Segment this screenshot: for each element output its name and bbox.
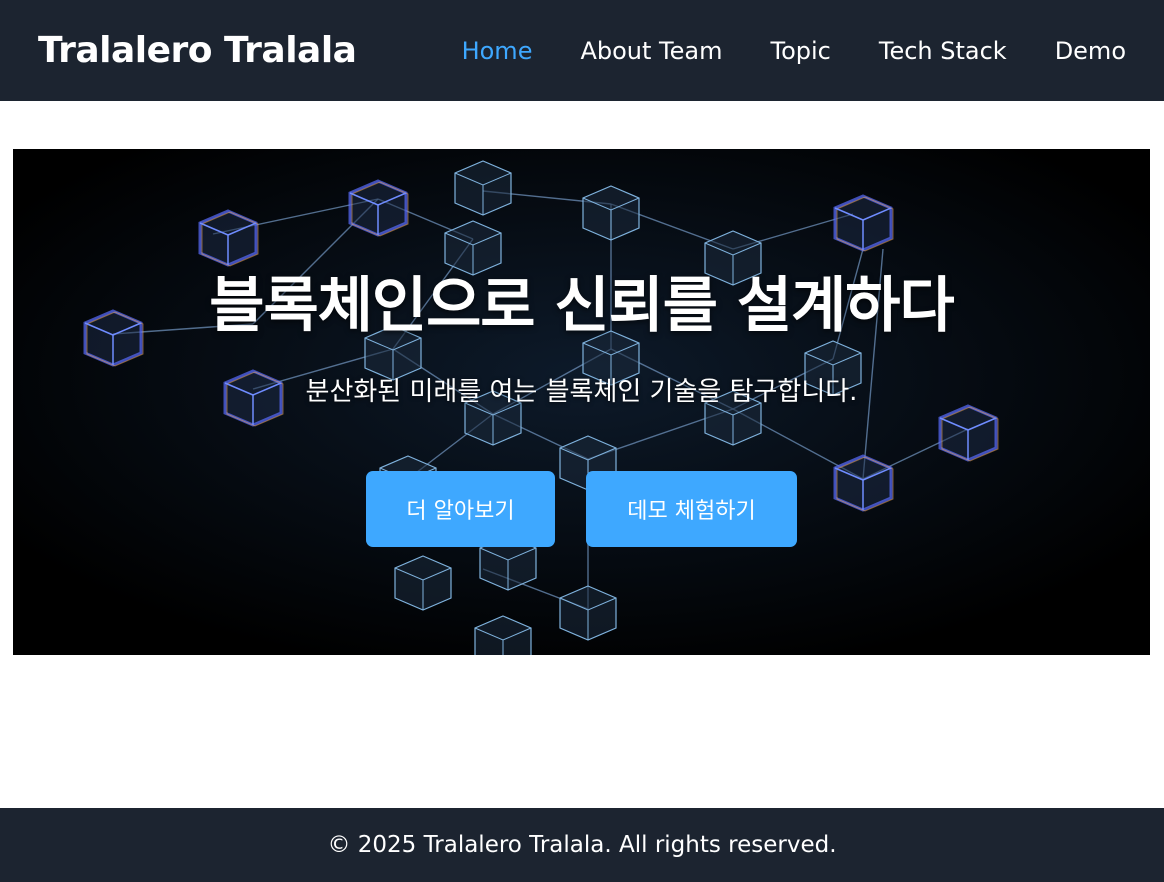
hero-title: 블록체인으로 신뢰를 설계하다 bbox=[209, 271, 954, 341]
learn-more-button[interactable]: 더 알아보기 bbox=[366, 471, 555, 547]
navbar: Tralalero Tralala Home About Team Topic … bbox=[0, 0, 1164, 101]
nav-menu: Home About Team Topic Tech Stack Demo bbox=[414, 37, 1126, 65]
hero-section: 블록체인으로 신뢰를 설계하다 분산화된 미래를 여는 블록체인 기술을 탐구합… bbox=[13, 149, 1150, 655]
hero-content: 블록체인으로 신뢰를 설계하다 분산화된 미래를 여는 블록체인 기술을 탐구합… bbox=[13, 149, 1150, 655]
footer: © 2025 Tralalero Tralala. All rights res… bbox=[0, 808, 1164, 882]
nav-link-tech-stack[interactable]: Tech Stack bbox=[879, 37, 1007, 65]
nav-link-home[interactable]: Home bbox=[462, 37, 533, 65]
hero-subtitle: 분산화된 미래를 여는 블록체인 기술을 탐구합니다. bbox=[305, 377, 858, 407]
nav-link-about-team[interactable]: About Team bbox=[580, 37, 722, 65]
brand-logo-text[interactable]: Tralalero Tralala bbox=[38, 30, 357, 71]
hero-buttons: 더 알아보기 데모 체험하기 bbox=[13, 471, 1150, 547]
nav-link-topic[interactable]: Topic bbox=[770, 37, 830, 65]
footer-copyright: © 2025 Tralalero Tralala. All rights res… bbox=[327, 832, 837, 858]
nav-link-demo[interactable]: Demo bbox=[1055, 37, 1126, 65]
try-demo-button[interactable]: 데모 체험하기 bbox=[586, 471, 797, 547]
